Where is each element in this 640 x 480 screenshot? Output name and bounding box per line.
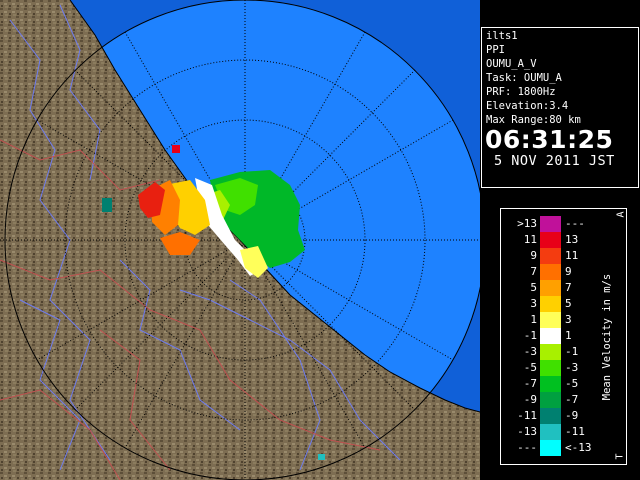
legend-upper-bound: -9 <box>565 409 579 422</box>
legend-corner-top: A <box>615 211 627 218</box>
legend-lower-bound: -3 <box>523 345 537 358</box>
legend-lower-bound: 9 <box>530 249 537 262</box>
legend-color-swatch <box>540 440 561 456</box>
legend-corner-bottom: T <box>614 453 626 460</box>
legend-color-swatch <box>540 296 561 312</box>
legend-color-swatch <box>540 264 561 280</box>
legend-upper-bound: <-13 <box>565 441 592 454</box>
legend-upper-bound: -5 <box>565 377 579 390</box>
legend-color-swatch <box>540 408 561 424</box>
legend-color-swatch <box>540 232 561 248</box>
legend-title: Mean Velocity in m/s <box>601 273 613 400</box>
legend-upper-bound: 7 <box>565 281 572 294</box>
scan-time: 06:31:25 <box>485 125 614 154</box>
legend-lower-bound: 11 <box>523 233 537 246</box>
legend-color-swatch <box>540 216 561 232</box>
velocity-legend: >13 --- 11 13 9 11 7 9 5 7 3 5 1 3 -1 1 -3 -1 -5 -3 -7 -5 -9 -7… <box>500 208 627 465</box>
legend-color-swatch <box>540 424 561 440</box>
legend-lower-bound: 5 <box>530 281 537 294</box>
scan-date: 5 NOV 2011 JST <box>494 153 615 169</box>
legend-lower-bound: -9 <box>523 393 537 406</box>
legend-upper-bound: -11 <box>565 425 585 438</box>
legend-lower-bound: 7 <box>530 265 537 278</box>
legend-lower-bound: -7 <box>523 377 537 390</box>
legend-color-swatch <box>540 376 561 392</box>
legend-lower-bound: -13 <box>517 425 537 438</box>
legend-title-wrap: Mean Velocity in m/s <box>597 209 617 464</box>
legend-upper-bound: 9 <box>565 265 572 278</box>
legend-upper-bound: -3 <box>565 361 579 374</box>
legend-color-swatch <box>540 248 561 264</box>
legend-color-swatch <box>540 360 561 376</box>
legend-lower-bound: --- <box>517 441 537 454</box>
prf-label: PRF: 1800Hz <box>486 86 556 98</box>
echo-small-red <box>172 145 180 153</box>
legend-upper-bound: 1 <box>565 329 572 342</box>
legend-upper-bound: 11 <box>565 249 579 262</box>
legend-lower-bound: -1 <box>523 329 537 342</box>
legend-upper-bound: 13 <box>565 233 579 246</box>
legend-color-swatch <box>540 344 561 360</box>
scan-type: PPI <box>486 44 505 56</box>
legend-color-swatch <box>540 312 561 328</box>
elevation-label: Elevation:3.4 <box>486 100 569 112</box>
legend-color-swatch <box>540 280 561 296</box>
legend-lower-bound: -11 <box>517 409 537 422</box>
legend-upper-bound: -7 <box>565 393 579 406</box>
product-name: OUMU_A_V <box>486 58 537 70</box>
scan-info-panel: ilts1 PPI OUMU_A_V Task: OUMU_A PRF: 180… <box>481 27 639 188</box>
echo-small-teal <box>102 198 112 212</box>
legend-upper-bound: -1 <box>565 345 579 358</box>
task-label: Task: OUMU_A <box>486 72 562 84</box>
site-name: ilts1 <box>486 30 518 42</box>
legend-lower-bound: 1 <box>530 313 537 326</box>
legend-color-swatch <box>540 328 561 344</box>
legend-color-swatch <box>540 392 561 408</box>
legend-upper-bound: 3 <box>565 313 572 326</box>
legend-lower-bound: >13 <box>517 217 537 230</box>
legend-lower-bound: -5 <box>523 361 537 374</box>
legend-upper-bound: 5 <box>565 297 572 310</box>
radar-ppi-display <box>0 0 480 480</box>
legend-upper-bound: --- <box>565 217 585 230</box>
legend-lower-bound: 3 <box>530 297 537 310</box>
echo-small-teal-2 <box>318 454 325 460</box>
